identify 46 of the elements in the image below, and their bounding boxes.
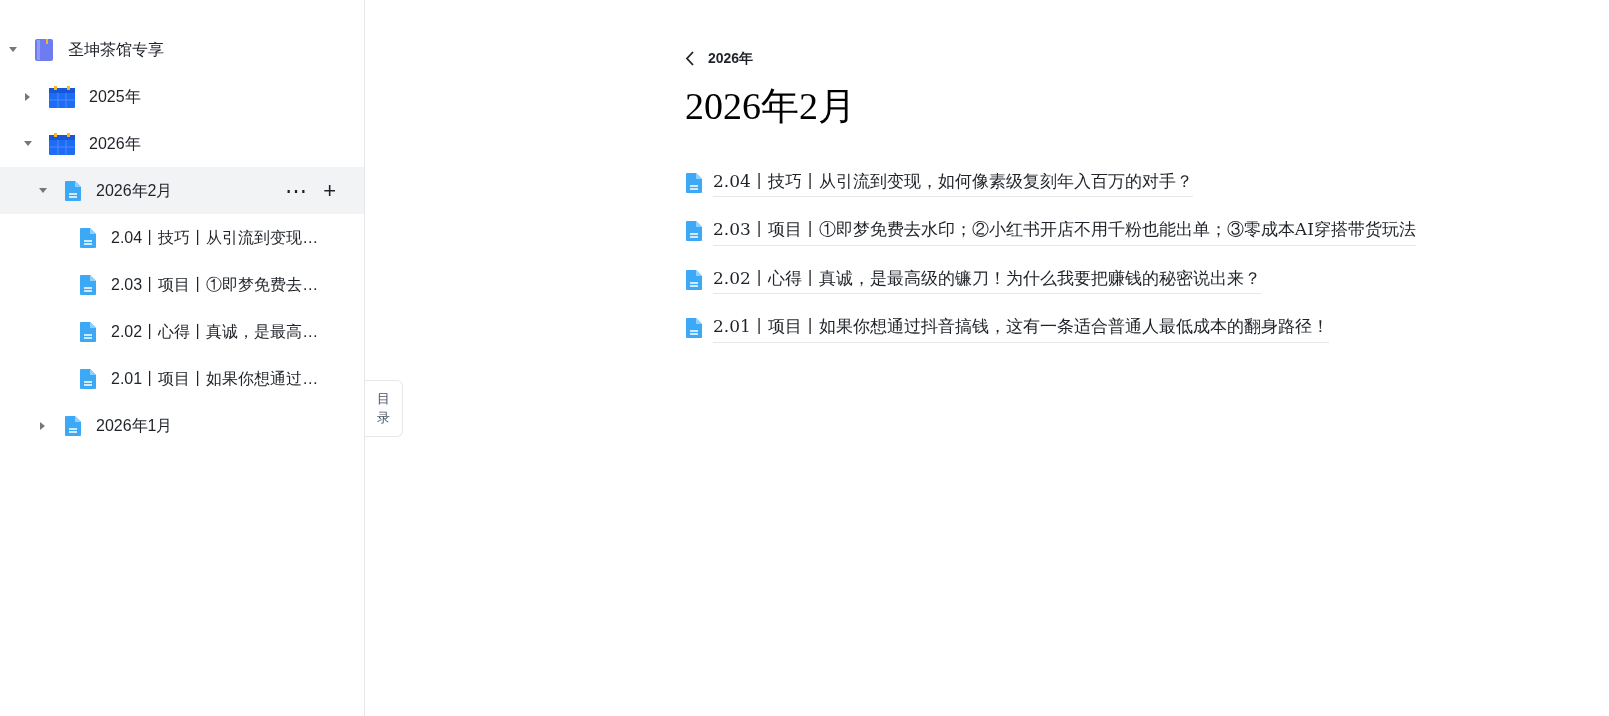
document-icon [685,171,703,194]
document-icon [685,317,703,340]
caret-down-icon[interactable] [39,187,47,194]
tree-item-label: 2.03丨项目丨①即梦免费去… [111,274,319,295]
tree-item[interactable]: 2.02丨心得丨真诚，是最高… [0,308,364,355]
tree-item[interactable]: 2026年1月 [0,402,364,449]
tree-item-label: 2.04丨技巧丨从引流到变现… [111,227,319,248]
toc-tab[interactable]: 目录 [365,380,403,437]
document-icon [79,320,97,343]
document-icon [79,367,97,390]
tree-item[interactable]: 2026年2月 ⋯ + [0,167,364,214]
tree-item-label: 2026年2月 [96,180,173,201]
book-icon [34,37,54,62]
breadcrumb-link[interactable]: 2026年 [708,48,754,69]
add-button[interactable]: + [323,179,336,202]
caret-right-icon[interactable] [40,421,46,430]
tree-item[interactable]: 2026年 [0,120,364,167]
calendar-icon [49,132,75,155]
caret-right-icon[interactable] [25,92,31,101]
tree-item-label: 圣坤茶馆专享 [68,39,164,60]
tree-item-label: 2026年 [89,133,141,154]
tree-item-label: 2025年 [89,86,141,107]
document-icon [79,273,97,296]
document-icon [64,179,82,202]
document-link[interactable]: 2.01丨项目丨如果你想通过抖音搞钱，这有一条适合普通人最低成本的翻身路径！ [713,314,1329,343]
tree-item[interactable]: 2.03丨项目丨①即梦免费去… [0,261,364,308]
tree-item[interactable]: 圣坤茶馆专享 [0,26,364,73]
tree-item[interactable]: 2.04丨技巧丨从引流到变现… [0,214,364,261]
more-button[interactable]: ⋯ [285,179,308,202]
page-title: 2026年2月 [685,84,857,129]
document-icon [685,268,703,291]
document-link[interactable]: 2.03丨项目丨①即梦免费去水印；②小红书开店不用千粉也能出单；③零成本AI穿搭带货玩法 [713,217,1416,246]
document-link[interactable]: 2.02丨心得丨真诚，是最高级的镰刀！为什么我要把赚钱的秘密说出来？ [713,265,1261,294]
document-icon [685,220,703,243]
tree-item[interactable]: 2.01丨项目丨如果你想通过… [0,355,364,402]
tree-item[interactable]: 2025年 [0,73,364,120]
document-link[interactable]: 2.04丨技巧丨从引流到变现，如何像素级复刻年入百万的对手？ [713,168,1193,197]
tree-item-label: 2.01丨项目丨如果你想通过… [111,368,319,389]
tree-item-label: 2.02丨心得丨真诚，是最高… [111,321,319,342]
caret-down-icon[interactable] [24,140,32,147]
document-icon [79,226,97,249]
document-icon [64,414,82,437]
back-icon[interactable] [685,51,694,66]
caret-down-icon[interactable] [9,46,17,53]
calendar-icon [49,85,75,108]
tree-item-label: 2026年1月 [96,415,173,436]
